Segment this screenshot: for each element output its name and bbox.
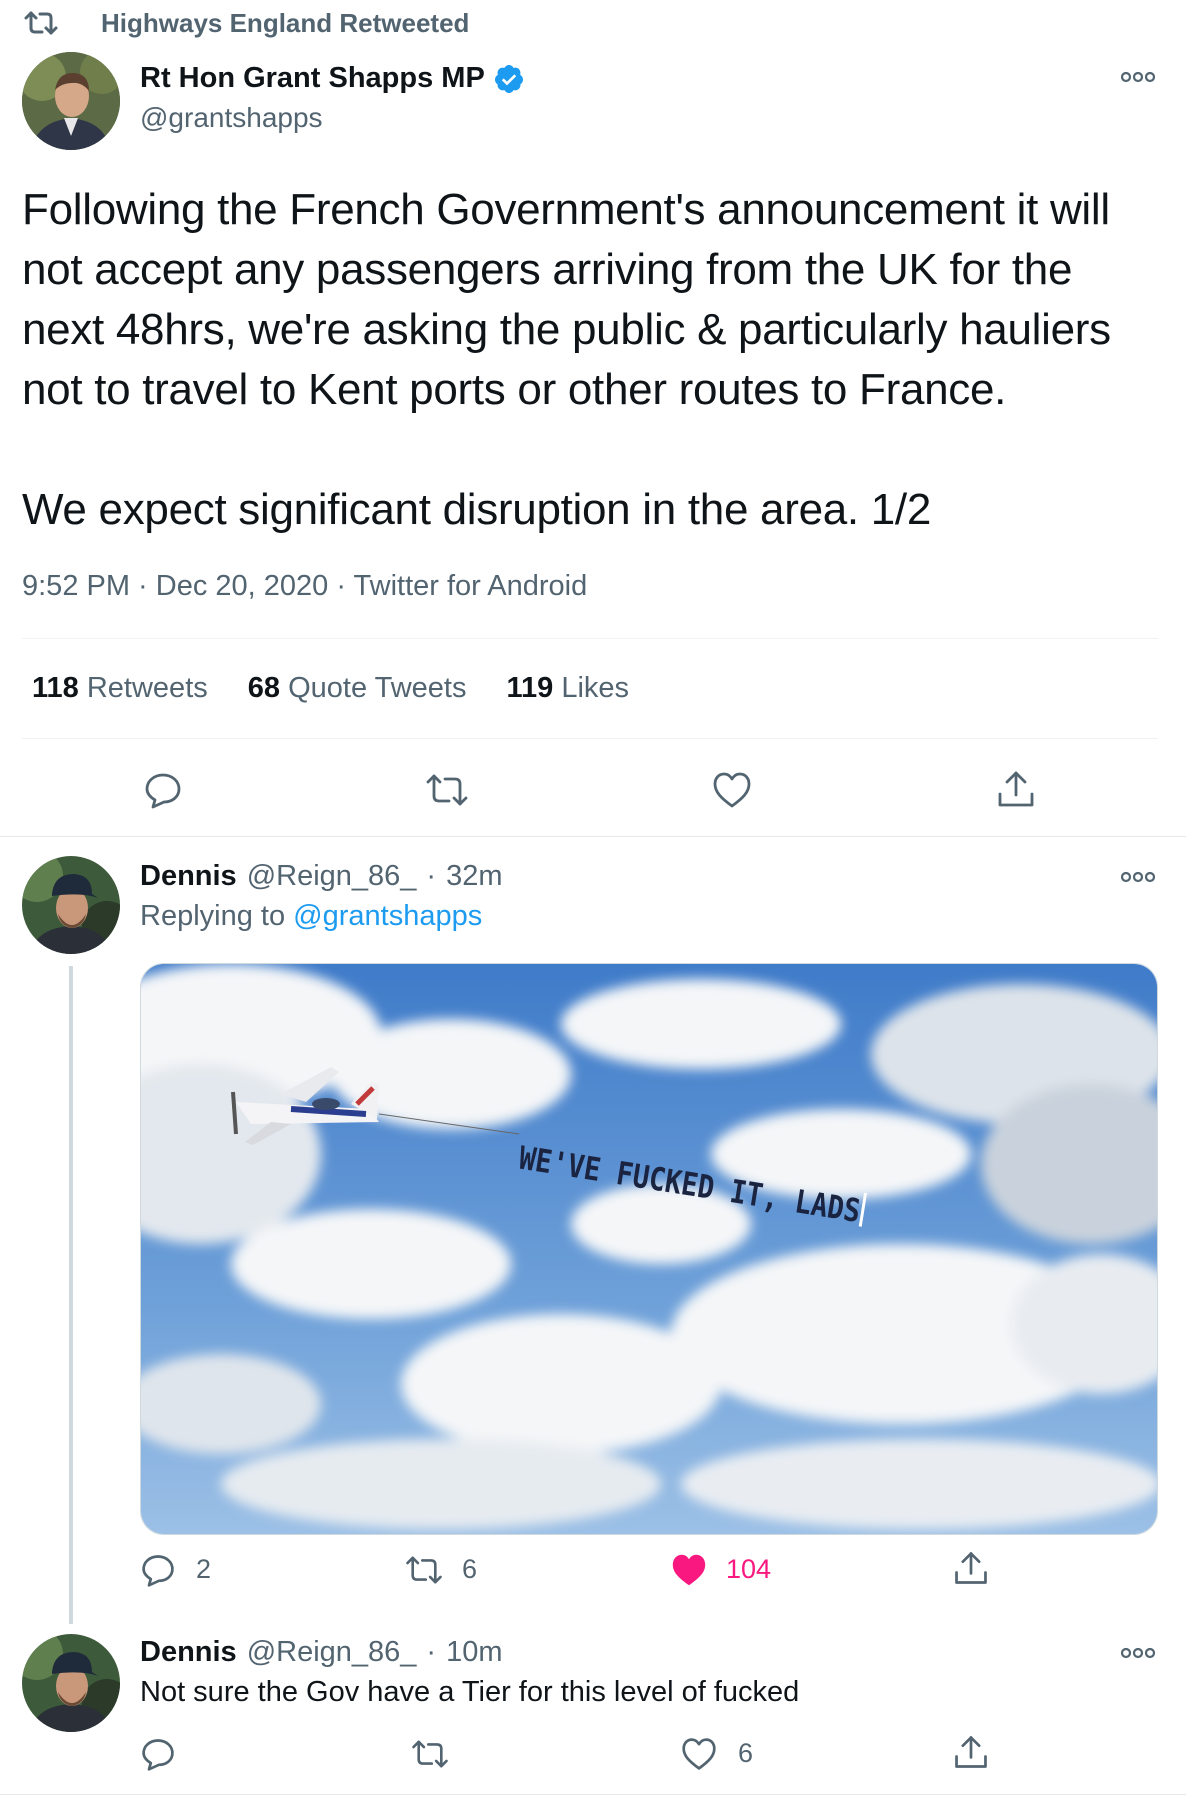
author-name[interactable]: Rt Hon Grant Shapps MP — [140, 62, 485, 95]
retweet-banner: Highways England Retweeted — [22, 8, 469, 38]
reply-icon[interactable] — [140, 1552, 176, 1588]
reply-icon[interactable] — [143, 770, 183, 810]
author-avatar[interactable] — [22, 52, 120, 150]
separator-dot: · — [426, 1636, 437, 1668]
reply-icon[interactable] — [140, 1736, 176, 1772]
retweet-button-icon[interactable] — [410, 1738, 450, 1770]
like-icon[interactable] — [680, 1736, 718, 1772]
separator-dot: · — [426, 860, 437, 892]
retweets-label: Retweets — [86, 672, 208, 704]
replying-to-handle[interactable]: @grantshapps — [293, 900, 482, 932]
reply-header: Dennis @Reign_86_ · 10m — [140, 1636, 503, 1669]
more-options-icon[interactable] — [1120, 70, 1156, 84]
retweet-count: 6 — [462, 1554, 478, 1584]
like-icon[interactable] — [711, 770, 753, 810]
like-count: 6 — [738, 1738, 754, 1768]
reply-2-actions: 6 — [140, 1732, 1156, 1776]
share-icon[interactable] — [952, 1548, 990, 1588]
more-options-icon[interactable] — [1120, 1646, 1156, 1660]
tweet-text-line: We expect significant disruption in the … — [22, 485, 932, 534]
reply-header: Dennis @Reign_86_ · 32m — [140, 860, 503, 893]
author-name-row: Rt Hon Grant Shapps MP — [140, 62, 525, 95]
thread-line — [69, 966, 73, 1624]
reply-text: Not sure the Gov have a Tier for this le… — [140, 1676, 800, 1708]
divider — [22, 738, 1158, 739]
reply-time[interactable]: 32m — [446, 860, 502, 893]
like-count: 104 — [726, 1554, 772, 1584]
retweets-stat[interactable]: 118 Retweets — [32, 672, 208, 705]
tweet-text-line: not to travel to Kent ports or other rou… — [22, 365, 1007, 414]
replying-to: Replying to @grantshapps — [140, 900, 482, 933]
retweet-button-icon[interactable] — [424, 772, 470, 808]
reply-count: 2 — [196, 1554, 212, 1584]
tweet-text: Following the French Government's announ… — [22, 180, 1111, 540]
reply-author-avatar[interactable] — [22, 856, 120, 954]
share-icon[interactable] — [952, 1732, 990, 1772]
quotes-stat[interactable]: 68 Quote Tweets — [248, 672, 467, 705]
quotes-count: 68 — [247, 672, 281, 704]
quotes-label: Quote Tweets — [288, 672, 467, 704]
retweet-button-icon[interactable] — [404, 1554, 444, 1586]
more-options-icon[interactable] — [1120, 870, 1156, 884]
likes-stat[interactable]: 119 Likes — [506, 672, 629, 705]
tweet-text-line: next 48hrs, we're asking the public & pa… — [22, 305, 1111, 354]
tweet-stats: 118 Retweets 68 Quote Tweets 119 Likes — [32, 672, 629, 705]
share-icon[interactable] — [995, 768, 1037, 810]
divider — [22, 638, 1158, 639]
reply-author-handle[interactable]: @Reign_86_ — [247, 860, 417, 893]
retweets-count: 118 — [32, 672, 79, 704]
verified-badge-icon — [493, 63, 525, 95]
retweet-banner-label[interactable]: Highways England Retweeted — [101, 8, 469, 39]
tweet-text-line: Following the French Government's announ… — [22, 185, 1110, 234]
section-divider — [0, 836, 1186, 837]
reply-1-actions: 2 6 104 — [140, 1548, 1156, 1592]
reply-time[interactable]: 10m — [446, 1636, 502, 1669]
liked-heart-icon[interactable] — [670, 1552, 708, 1588]
reply-author-avatar[interactable] — [22, 1634, 120, 1732]
reply-image[interactable]: WE'VE FUCKED IT, LADS — [140, 963, 1158, 1535]
reply-author-name[interactable]: Dennis — [140, 1636, 237, 1669]
likes-count: 119 — [506, 672, 554, 704]
tweet-text-line: not accept any passengers arriving from … — [22, 245, 1073, 294]
author-handle[interactable]: @grantshapps — [140, 102, 323, 134]
section-divider — [0, 1794, 1186, 1795]
replying-to-label: Replying to — [140, 900, 286, 932]
tweet-timestamp[interactable]: 9:52 PM · Dec 20, 2020 · Twitter for And… — [22, 570, 587, 603]
likes-label: Likes — [561, 672, 630, 704]
retweet-icon — [22, 10, 62, 36]
reply-author-name[interactable]: Dennis — [140, 860, 237, 893]
reply-author-handle[interactable]: @Reign_86_ — [247, 1636, 417, 1669]
